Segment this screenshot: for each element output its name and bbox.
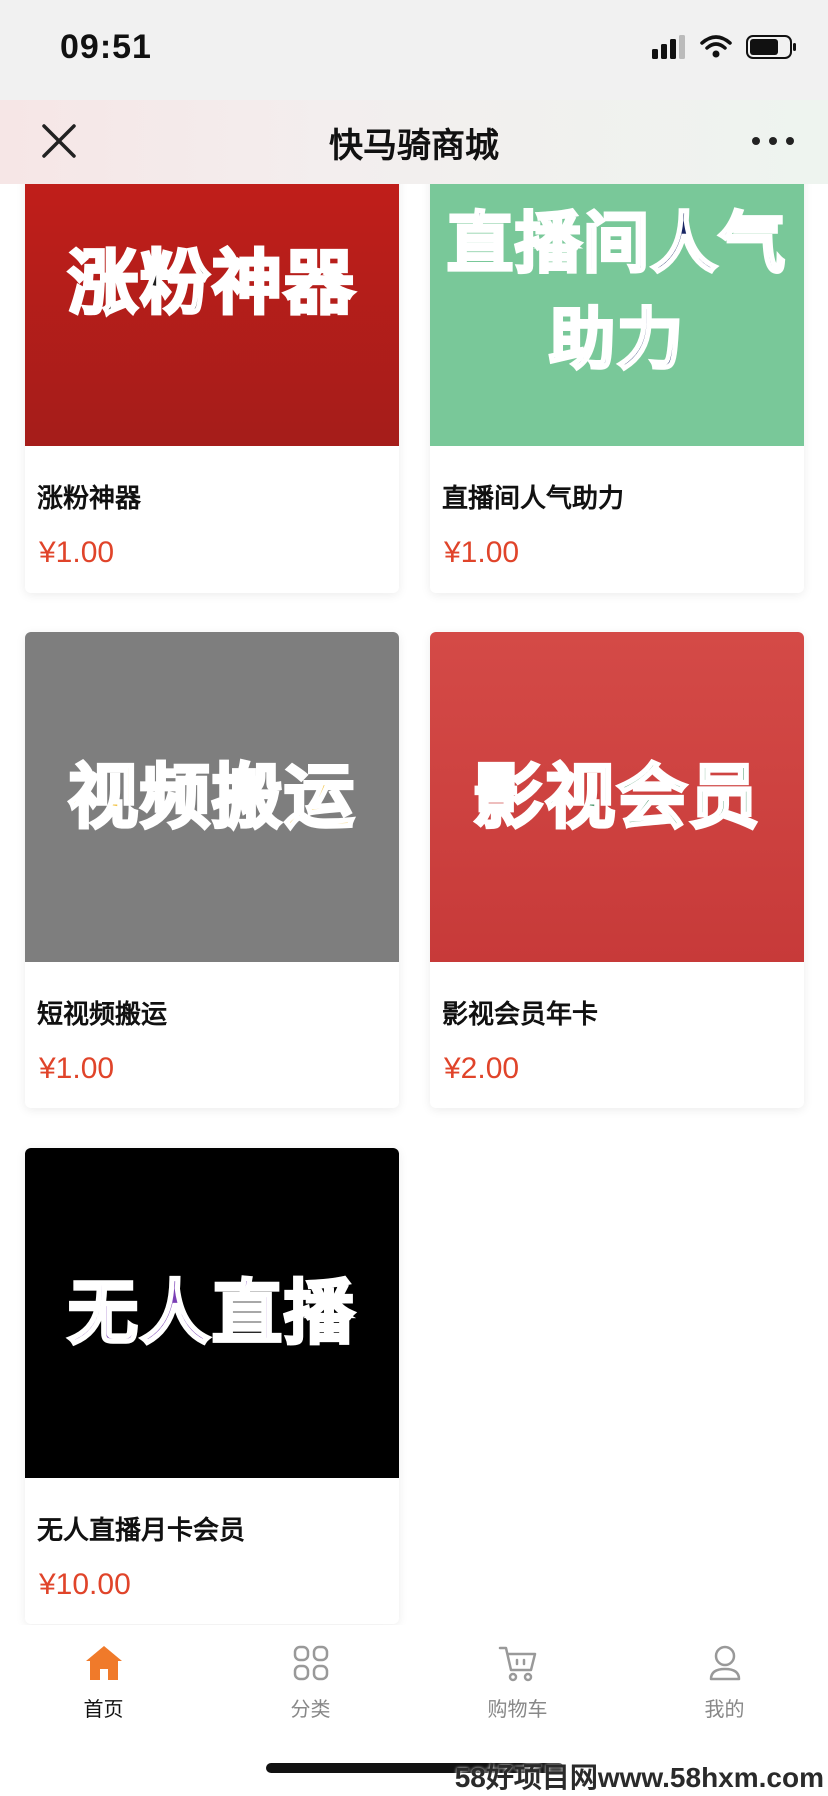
category-icon — [293, 1645, 328, 1681]
product-name: 直播间人气助力 — [442, 484, 625, 514]
product-card[interactable]: 直播间人气助力 直播间人气助力 ¥1.00 — [430, 160, 804, 593]
product-cover-image: 影视会员 — [430, 632, 804, 962]
product-cover-text: 影视会员 — [472, 755, 761, 840]
product-name: 短视频搬运 — [37, 1000, 168, 1030]
home-icon — [85, 1646, 122, 1680]
product-card[interactable]: 影视会员 影视会员年卡 ¥2.00 — [430, 632, 804, 1108]
product-card[interactable]: 无人直播 无人直播月卡会员 ¥10.00 — [25, 1148, 399, 1624]
product-cover-text: 无人直播 — [67, 1271, 356, 1356]
product-cover-image: 视频搬运 — [25, 632, 399, 962]
tab-category[interactable]: 分类 — [207, 1625, 414, 1735]
tab-label: 购物车 — [487, 1697, 548, 1721]
more-dot-icon — [752, 137, 760, 145]
more-options-button[interactable] — [748, 126, 798, 156]
product-cover-image: 无人直播 — [25, 1148, 399, 1478]
product-price: ¥1.00 — [444, 536, 520, 569]
product-grid: 涨粉神器 涨粉神器 ¥1.00 直播间人气助力 直播间人气助力 ¥1.00 视频… — [0, 0, 828, 1625]
product-price: ¥1.00 — [39, 536, 115, 569]
product-cover-text: 涨粉神器 — [67, 241, 356, 326]
watermark-text: 58好项目网www.58hxm.com — [454, 1762, 824, 1793]
product-cover-image: 涨粉神器 — [25, 160, 399, 446]
product-name: 影视会员年卡 — [442, 1000, 599, 1030]
nav-bar: 快马骑商城 — [0, 100, 828, 184]
status-bar: 09:51 — [0, 0, 828, 100]
product-card[interactable]: 视频搬运 短视频搬运 ¥1.00 — [25, 632, 399, 1108]
tab-label: 首页 — [83, 1697, 124, 1721]
tab-cart[interactable]: 购物车 — [414, 1625, 621, 1735]
profile-icon — [709, 1645, 740, 1681]
cart-icon — [498, 1646, 536, 1682]
tab-home[interactable]: 首页 — [0, 1625, 207, 1735]
status-time: 09:51 — [60, 28, 152, 66]
product-name: 涨粉神器 — [37, 484, 142, 514]
product-name: 无人直播月卡会员 — [37, 1516, 246, 1546]
more-dot-icon — [769, 137, 777, 145]
battery-icon — [746, 35, 796, 59]
product-card[interactable]: 涨粉神器 涨粉神器 ¥1.00 — [25, 160, 399, 593]
more-dot-icon — [786, 137, 794, 145]
product-cover-image: 直播间人气助力 — [430, 160, 804, 446]
tab-profile[interactable]: 我的 — [621, 1625, 828, 1735]
product-price: ¥1.00 — [39, 1052, 115, 1085]
product-cover-text: 直播间人气助力 — [446, 204, 787, 380]
tab-label: 我的 — [704, 1697, 745, 1721]
tab-label: 分类 — [290, 1697, 331, 1721]
product-price: ¥2.00 — [444, 1052, 520, 1085]
wifi-icon — [700, 35, 732, 58]
product-price: ¥10.00 — [39, 1568, 131, 1601]
cellular-signal-icon — [652, 35, 685, 59]
page-title: 快马骑商城 — [329, 126, 499, 166]
product-cover-text: 视频搬运 — [67, 755, 356, 840]
